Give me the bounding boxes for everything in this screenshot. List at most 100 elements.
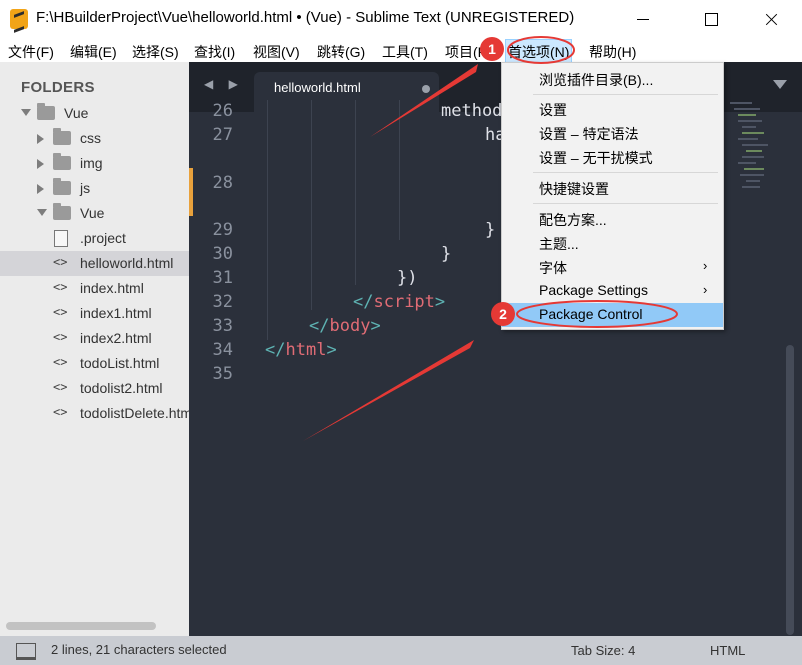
tree-file-todolist2[interactable]: <> todolist2.html [0, 376, 189, 401]
tag-name: body [329, 316, 371, 336]
menu-separator [533, 203, 718, 204]
menu-find[interactable]: 查找(I) [194, 42, 235, 62]
status-bar: 2 lines, 21 characters selected Tab Size… [0, 636, 802, 665]
tree-file-helloworld[interactable]: <> helloworld.html [0, 251, 189, 276]
tree-file-index2[interactable]: <> index2.html [0, 326, 189, 351]
expand-arrow-icon[interactable] [21, 109, 31, 116]
menu-item-package-control[interactable]: Package Control [502, 303, 723, 327]
expand-arrow-icon[interactable] [37, 209, 47, 216]
menu-item-key-bindings[interactable]: 快捷键设置 [502, 176, 723, 200]
folder-icon [53, 178, 71, 195]
menu-bar: 文件(F) 编辑(E) 选择(S) 查找(I) 视图(V) 跳转(G) 工具(T… [0, 38, 802, 63]
selection-status: 2 lines, 21 characters selected [51, 642, 227, 657]
tab-list-dropdown-icon[interactable] [773, 80, 787, 89]
editor-scrollbar[interactable] [786, 345, 794, 635]
collapse-arrow-icon[interactable] [37, 184, 44, 194]
tree-folder-img[interactable]: img [0, 151, 189, 176]
indent-guide [267, 100, 268, 340]
menu-item-theme[interactable]: 主题... [502, 231, 723, 255]
menu-help[interactable]: 帮助(H) [589, 42, 636, 62]
window-title: F:\HBuilderProject\Vue\helloworld.html •… [36, 9, 575, 26]
menu-item-label: 设置 [539, 102, 567, 118]
menu-preferences[interactable]: 首选项(N) [505, 39, 573, 63]
tree-label: todolist2.html [80, 380, 163, 396]
tree-folder-css[interactable]: css [0, 126, 189, 151]
indent-guide [399, 100, 400, 240]
panel-toggle-icon[interactable] [16, 643, 36, 660]
menu-separator [533, 172, 718, 173]
code-line-31: }) [397, 268, 418, 288]
tag-bracket: > [434, 292, 446, 312]
tree-label: index.html [80, 280, 144, 296]
submenu-arrow-icon: › [703, 282, 708, 297]
sidebar-scrollbar[interactable] [6, 622, 156, 630]
close-button[interactable] [748, 0, 794, 38]
tag-name: html [285, 340, 327, 360]
tree-file-index1[interactable]: <> index1.html [0, 301, 189, 326]
unsaved-dot-icon[interactable] [422, 85, 430, 93]
collapse-arrow-icon[interactable] [37, 159, 44, 169]
syntax-status[interactable]: HTML [710, 643, 745, 658]
sidebar: FOLDERS Vue css img js Vue .project <> h… [0, 62, 189, 636]
tree-folder-vue-root[interactable]: Vue [0, 101, 189, 126]
menu-selection[interactable]: 选择(S) [132, 42, 179, 62]
menu-item-font[interactable]: 字体 › [502, 255, 723, 279]
indent-guide [355, 100, 356, 285]
minimize-button[interactable] [620, 0, 666, 38]
step-1-badge: 1 [480, 37, 504, 61]
tree-label: index2.html [80, 330, 152, 346]
tree-file-index[interactable]: <> index.html [0, 276, 189, 301]
menu-item-package-settings[interactable]: Package Settings › [502, 279, 723, 303]
tree-file-todolistdelete[interactable]: <> todolistDelete.html [0, 401, 189, 426]
code-file-icon: <> [53, 280, 68, 294]
menu-item-label: 主题... [539, 236, 579, 252]
tree-file-project[interactable]: .project [0, 226, 189, 251]
folder-icon [53, 153, 71, 170]
tab-helloworld[interactable]: helloworld.html [254, 72, 439, 112]
menu-item-label: 设置 – 特定语法 [539, 126, 639, 142]
code-file-icon: <> [53, 255, 68, 269]
line-number: 32 [212, 292, 233, 312]
line-number: 33 [212, 316, 233, 336]
menu-item-label: 浏览插件目录(B)... [539, 72, 654, 88]
tree-label: index1.html [80, 305, 152, 321]
menu-item-settings[interactable]: 设置 [502, 97, 723, 121]
code-line-32: </script> [353, 292, 445, 312]
menu-item-label: Package Settings [539, 282, 648, 298]
tree-label: todolistDelete.html [80, 405, 189, 421]
tab-nav-arrows-icon[interactable]: ◀ ▶ [204, 77, 244, 91]
tree-label: helloworld.html [80, 255, 174, 271]
tag-bracket: </ [309, 316, 330, 336]
tree-file-todolist[interactable]: <> todoList.html [0, 351, 189, 376]
menu-item-browse-packages[interactable]: 浏览插件目录(B)... [502, 67, 723, 91]
tree-folder-vue[interactable]: Vue [0, 201, 189, 226]
menu-edit[interactable]: 编辑(E) [70, 42, 117, 62]
line-number: 29 [212, 220, 233, 240]
menu-item-color-scheme[interactable]: 配色方案... [502, 207, 723, 231]
menu-file[interactable]: 文件(F) [8, 42, 54, 62]
line-number: 28 [212, 173, 233, 193]
menu-item-settings-distraction-free[interactable]: 设置 – 无干扰模式 [502, 145, 723, 169]
menu-tools[interactable]: 工具(T) [382, 42, 428, 62]
tree-label: .project [80, 230, 126, 246]
tree-label: todoList.html [80, 355, 160, 371]
indent-guide [311, 100, 312, 310]
code-line-33: </body> [309, 316, 381, 336]
tree-label: js [80, 180, 91, 196]
tree-folder-js[interactable]: js [0, 176, 189, 201]
menu-goto[interactable]: 跳转(G) [317, 42, 365, 62]
collapse-arrow-icon[interactable] [37, 134, 44, 144]
menu-item-label: 快捷键设置 [539, 181, 609, 197]
folder-open-icon [37, 103, 55, 120]
code-file-icon: <> [53, 380, 68, 394]
menu-view[interactable]: 视图(V) [253, 42, 300, 62]
tag-name: script [373, 292, 435, 312]
menu-item-label: 字体 [539, 260, 567, 276]
code-line-29: } [485, 220, 496, 240]
maximize-button[interactable] [688, 0, 734, 38]
menu-item-settings-syntax[interactable]: 设置 – 特定语法 [502, 121, 723, 145]
tab-size-status[interactable]: Tab Size: 4 [571, 643, 635, 658]
code-file-icon: <> [53, 355, 68, 369]
minimap[interactable] [730, 100, 770, 195]
sublime-logo-icon [10, 9, 28, 29]
